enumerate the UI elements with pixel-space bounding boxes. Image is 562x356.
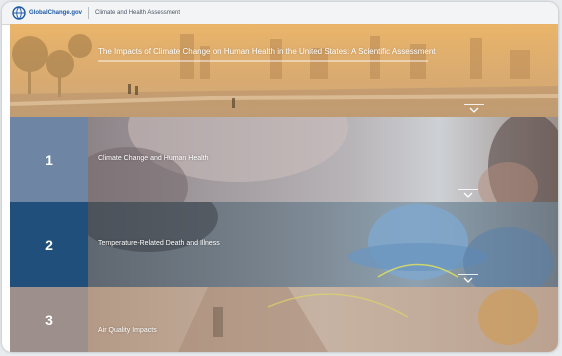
section-1[interactable]: 1 Climate Change and Human Health (10, 117, 558, 202)
section-title: Climate Change and Human Health (98, 155, 209, 162)
section-3-image: Air Quality Impacts (88, 287, 558, 352)
site-logo[interactable]: GlobalChange.gov (12, 6, 82, 20)
chevron-down-icon (463, 277, 473, 283)
section-number: 3 (10, 287, 88, 352)
section-number: 2 (10, 202, 88, 287)
section-title: Temperature-Related Death and Illness (98, 240, 220, 247)
chevron-down-icon (463, 192, 473, 198)
section-title: Air Quality Impacts (98, 327, 157, 334)
expand-bar (464, 104, 484, 105)
hero-banner: The Impacts of Climate Change on Human H… (10, 24, 558, 117)
section-3[interactable]: 3 Air Quality Impacts (10, 287, 558, 352)
header-divider (88, 7, 90, 19)
top-navigation-bar: GlobalChange.gov Climate and Health Asse… (2, 2, 558, 25)
expand-bar (458, 189, 478, 190)
traffic-road-photo (178, 287, 538, 352)
chevron-down-icon (469, 107, 479, 113)
section-2-expand-button[interactable] (458, 274, 478, 284)
hero-title: The Impacts of Climate Change on Human H… (98, 47, 436, 56)
logo-text: GlobalChange.gov (29, 10, 83, 16)
globe-icon (12, 6, 26, 20)
section-2-image: Temperature-Related Death and Illness (88, 202, 558, 287)
section-1-image: Climate Change and Human Health (88, 117, 558, 202)
browser-frame: GlobalChange.gov Climate and Health Asse… (2, 2, 558, 352)
section-number: 1 (10, 117, 88, 202)
section-2[interactable]: 2 Temperature-Related Death and Illness (10, 202, 558, 287)
breadcrumb[interactable]: Climate and Health Assessment (95, 10, 180, 16)
hero-subtitle-line (98, 60, 428, 62)
hero-expand-button[interactable] (464, 104, 484, 114)
section-1-expand-button[interactable] (458, 189, 478, 199)
expand-bar (458, 274, 478, 275)
